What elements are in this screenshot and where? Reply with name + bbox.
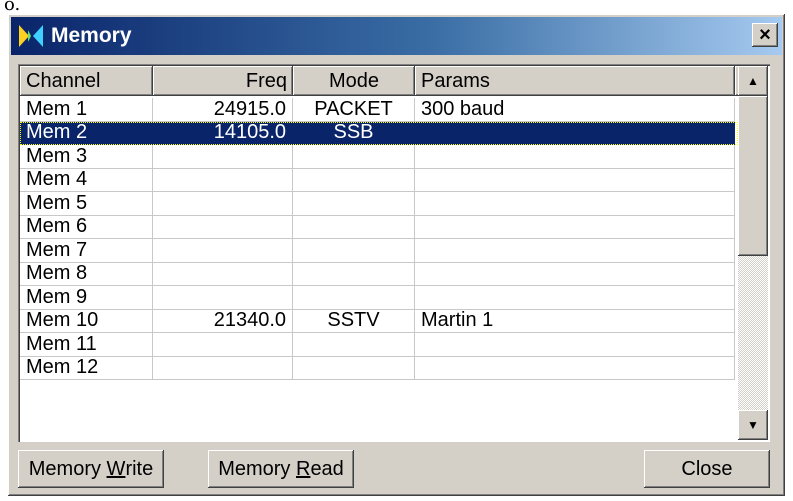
cell-channel: Mem 4 (20, 168, 153, 192)
scroll-down-button[interactable]: ▼ (738, 410, 768, 440)
memory-read-button[interactable]: Memory Read (208, 450, 354, 488)
memory-write-label-suffix: rite (125, 457, 154, 480)
column-header-mode[interactable]: Mode (293, 66, 415, 96)
column-header-freq[interactable]: Freq (153, 66, 293, 96)
cell-params (415, 192, 735, 216)
table-row[interactable]: Mem 9 (20, 286, 738, 310)
cell-params (415, 168, 735, 192)
title-bar[interactable]: Memory × (11, 17, 782, 55)
cell-freq: 14105.0 (153, 121, 293, 145)
table-row[interactable]: Mem 8 (20, 262, 738, 286)
table-row[interactable]: Mem 3 (20, 145, 738, 169)
cell-mode (293, 356, 415, 380)
cell-channel: Mem 1 (20, 98, 153, 122)
table-row[interactable]: Mem 11 (20, 333, 738, 357)
window-title: Memory (51, 24, 132, 47)
table-row[interactable]: Mem 5 (20, 192, 738, 216)
cell-params (415, 356, 735, 380)
cell-mode: SSB (293, 121, 415, 145)
cell-params: Martin 1 (415, 309, 735, 333)
cell-freq (153, 239, 293, 263)
memory-write-button[interactable]: Memory Write (18, 450, 164, 488)
table-row-selected[interactable]: Mem 2 14105.0 SSB (20, 121, 738, 145)
cell-freq (153, 262, 293, 286)
table-row[interactable]: Mem 4 (20, 168, 738, 192)
arrow-down-icon: ▼ (747, 418, 759, 432)
cell-params: 300 baud (415, 98, 735, 122)
close-window-button[interactable]: × (752, 23, 778, 47)
cell-mode (293, 192, 415, 216)
table-body: Mem 1 24915.0 PACKET 300 baud Mem 2 1410… (20, 98, 738, 380)
memory-write-accelerator: W (106, 457, 126, 480)
cell-freq (153, 168, 293, 192)
cell-channel: Mem 12 (20, 356, 153, 380)
cell-params (415, 333, 735, 357)
cell-params (415, 239, 735, 263)
app-icon (19, 25, 43, 47)
memory-read-label-suffix: ead (310, 457, 344, 480)
scroll-up-button[interactable]: ▲ (738, 66, 768, 96)
table-row[interactable]: Mem 7 (20, 239, 738, 263)
close-button[interactable]: Close (644, 450, 770, 488)
arrow-up-icon: ▲ (747, 74, 759, 88)
cell-freq (153, 215, 293, 239)
cell-mode (293, 333, 415, 357)
cell-mode (293, 215, 415, 239)
cell-params (415, 215, 735, 239)
cell-channel: Mem 5 (20, 192, 153, 216)
close-icon: × (759, 24, 771, 46)
column-header-params[interactable]: Params (415, 66, 735, 96)
cell-channel: Mem 11 (20, 333, 153, 357)
cell-mode (293, 286, 415, 310)
cell-freq (153, 192, 293, 216)
memory-write-label-prefix: Memory (28, 457, 107, 480)
cell-mode: SSTV (293, 309, 415, 333)
vertical-scrollbar[interactable]: ▲ ▼ (738, 66, 768, 440)
cell-mode (293, 168, 415, 192)
memory-read-accelerator: R (295, 457, 311, 480)
cell-params (415, 121, 735, 145)
cell-freq: 24915.0 (153, 98, 293, 122)
cell-mode (293, 145, 415, 169)
scrollbar-thumb[interactable] (738, 96, 768, 256)
memory-dialog: Memory × Channel Freq Mode Params Mem 1 … (8, 14, 785, 496)
cell-channel: Mem 10 (20, 309, 153, 333)
cell-freq (153, 145, 293, 169)
table-row[interactable]: Mem 1 24915.0 PACKET 300 baud (20, 98, 738, 122)
cell-freq: 21340.0 (153, 309, 293, 333)
cell-params (415, 145, 735, 169)
table-row[interactable]: Mem 10 21340.0 SSTV Martin 1 (20, 309, 738, 333)
corner-mark: o. (4, 0, 21, 15)
cell-mode (293, 262, 415, 286)
column-header-channel[interactable]: Channel (20, 66, 153, 96)
cell-freq (153, 356, 293, 380)
cell-channel: Mem 9 (20, 286, 153, 310)
table-row[interactable]: Mem 12 (20, 356, 738, 380)
cell-freq (153, 333, 293, 357)
table-row[interactable]: Mem 6 (20, 215, 738, 239)
cell-freq (153, 286, 293, 310)
cell-channel: Mem 2 (20, 121, 153, 145)
memory-list[interactable]: Channel Freq Mode Params Mem 1 24915.0 P… (18, 64, 770, 442)
cell-params (415, 286, 735, 310)
memory-read-label-prefix: Memory (218, 457, 296, 480)
cell-channel: Mem 6 (20, 215, 153, 239)
cell-mode (293, 239, 415, 263)
cell-channel: Mem 8 (20, 262, 153, 286)
cell-channel: Mem 3 (20, 145, 153, 169)
cell-params (415, 262, 735, 286)
cell-channel: Mem 7 (20, 239, 153, 263)
cell-mode: PACKET (293, 98, 415, 122)
